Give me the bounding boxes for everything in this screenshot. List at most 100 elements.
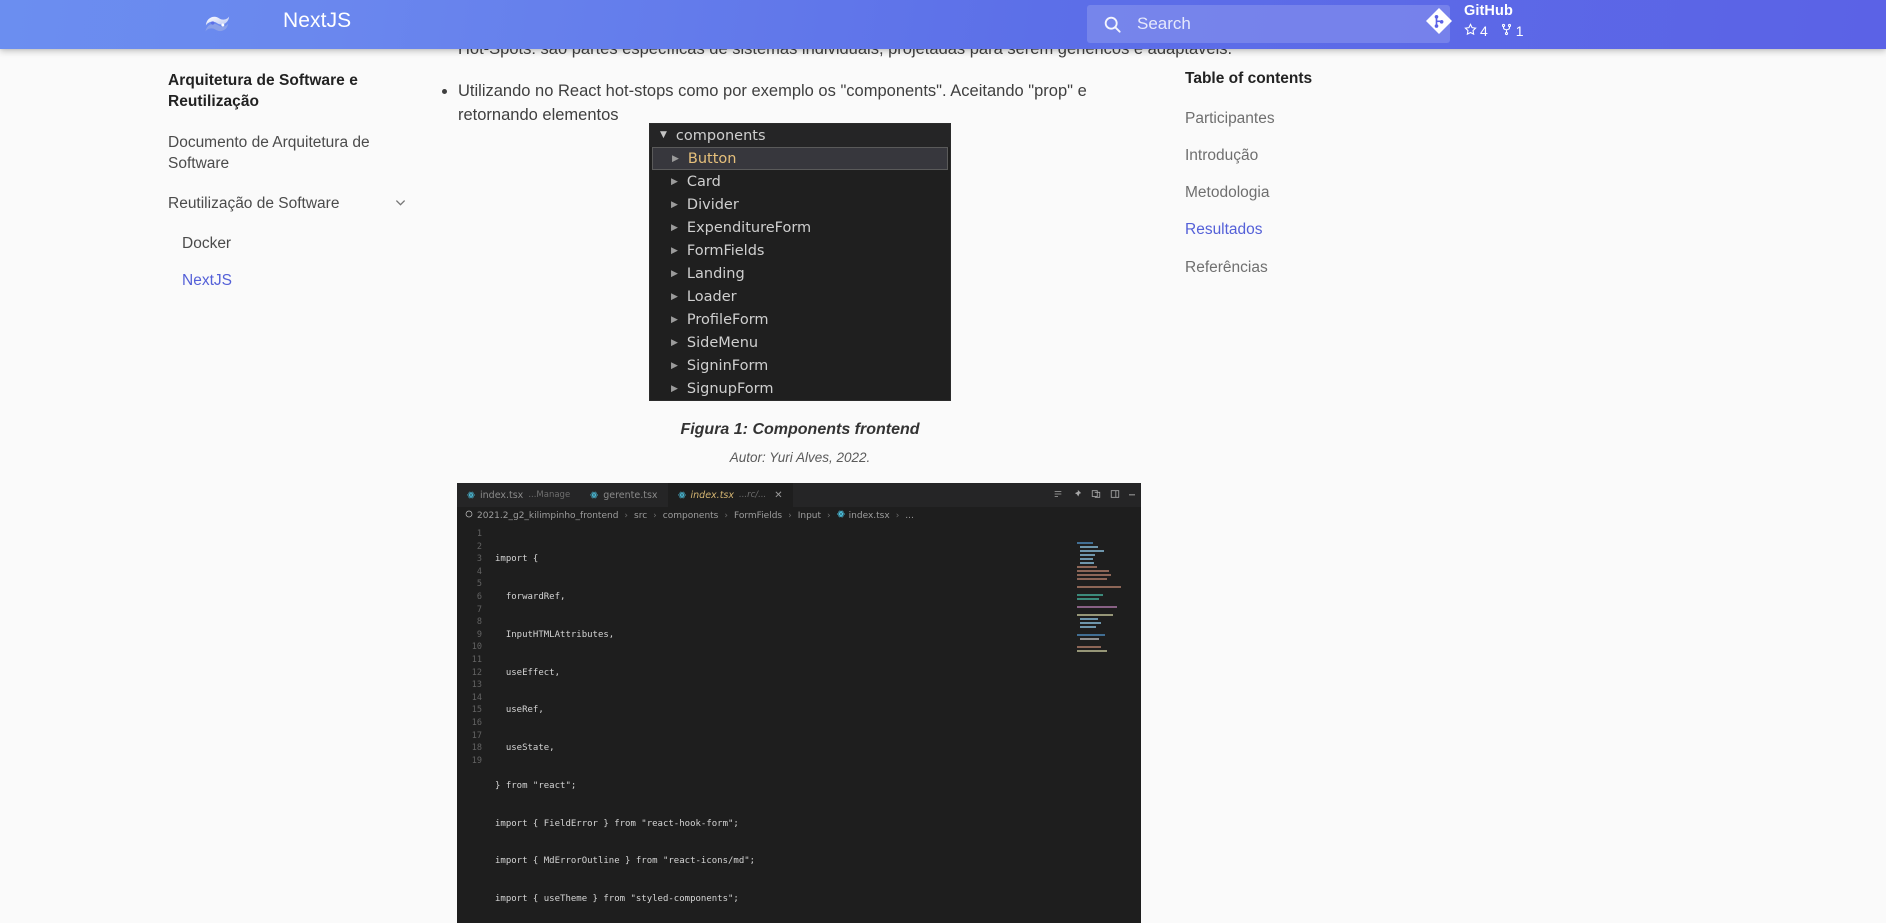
breadcrumb-separator: › xyxy=(788,510,792,521)
tree-item-divider[interactable]: ▶ Divider xyxy=(650,193,950,216)
code-line: import { MdErrorOutline } from "react-ic… xyxy=(495,856,756,867)
triangle-right-icon[interactable]: ▶ xyxy=(671,338,678,348)
tree-item-label: ProfileForm xyxy=(686,311,769,328)
triangle-right-icon[interactable]: ▶ xyxy=(671,384,678,394)
breadcrumb-segment[interactable]: index.tsx xyxy=(849,511,890,521)
react-file-icon xyxy=(837,510,845,521)
line-number: 16 xyxy=(471,717,482,728)
primary-navigation: Arquitetura de Software e Reutilização D… xyxy=(168,70,408,309)
editor-actions: ⋯ xyxy=(1053,483,1135,507)
line-number: 6 xyxy=(476,591,482,602)
repo-link[interactable]: GitHub 4 1 xyxy=(1424,3,1524,39)
split-editor-icon[interactable] xyxy=(1053,489,1063,502)
toc-item-participantes[interactable]: Participantes xyxy=(1185,109,1425,129)
triangle-right-icon[interactable]: ▶ xyxy=(671,361,678,371)
toc-title: Table of contents xyxy=(1185,70,1313,87)
editor-minimap[interactable] xyxy=(1075,540,1129,658)
code-line: InputHTMLAttributes, xyxy=(495,629,615,640)
nav-section-title: Arquitetura de Software e Reutilização xyxy=(168,72,358,111)
triangle-right-icon[interactable]: ▶ xyxy=(671,223,678,233)
editor-tab-index-manage[interactable]: index.tsx ...Manage xyxy=(457,483,580,507)
toc-item-metodologia[interactable]: Metodologia xyxy=(1185,183,1425,203)
toc-item-resultados[interactable]: Resultados xyxy=(1185,220,1425,240)
folder-icon xyxy=(465,510,473,521)
site-title[interactable]: NextJS xyxy=(283,9,351,33)
triangle-right-icon[interactable]: ▶ xyxy=(671,200,678,210)
triangle-right-icon[interactable]: ▶ xyxy=(671,246,678,256)
tree-item-landing[interactable]: ▶ Landing xyxy=(650,262,950,285)
tree-item-expenditureform[interactable]: ▶ ExpenditureForm xyxy=(650,216,950,239)
code-line: import { useTheme } from "styled-compone… xyxy=(495,894,739,905)
line-number: 13 xyxy=(471,680,482,691)
triangle-right-icon[interactable]: ▶ xyxy=(672,154,679,164)
triangle-down-icon[interactable]: ▼ xyxy=(660,130,667,140)
figure-caption: Figura 1: Components frontend xyxy=(680,421,920,438)
line-number: 2 xyxy=(476,541,482,552)
breadcrumb-separator: › xyxy=(724,510,728,521)
breadcrumb-segment[interactable]: src xyxy=(634,511,647,521)
breadcrumb-segment[interactable]: 2021.2_g2_kilimpinho_frontend xyxy=(477,511,618,521)
tree-item-signinform[interactable]: ▶ SigninForm xyxy=(650,354,950,377)
chevron-down-icon[interactable] xyxy=(393,195,408,216)
tree-root-label: components xyxy=(675,127,766,144)
code-line: import { xyxy=(495,554,539,565)
editor-tab-label: gerente.tsx xyxy=(603,489,658,501)
table-of-contents: Table of contents Participantes Introduç… xyxy=(1185,70,1425,295)
breadcrumb-segment[interactable]: components xyxy=(663,511,719,521)
figure-credit: Autor: Yuri Alves, 2022. xyxy=(729,450,871,465)
line-number: 7 xyxy=(476,604,482,615)
site-logo-icon[interactable] xyxy=(202,9,233,40)
breadcrumb-segment[interactable]: FormFields xyxy=(734,511,782,521)
tree-item-loader[interactable]: ▶ Loader xyxy=(650,285,950,308)
sidebar-item-reutilizacao-software[interactable]: Reutilização de Software xyxy=(168,193,408,216)
tree-item-profileform[interactable]: ▶ ProfileForm xyxy=(650,308,950,331)
triangle-right-icon[interactable]: ▶ xyxy=(671,315,678,325)
sidebar-item-nextjs[interactable]: NextJS xyxy=(168,272,408,290)
figure-code-editor: index.tsx ...Manage gerente.tsx index.ts… xyxy=(457,483,1141,923)
tree-item-label: SignupForm xyxy=(686,380,774,397)
toc-item-referencias[interactable]: Referências xyxy=(1185,258,1425,278)
breadcrumb-segment[interactable]: Input xyxy=(798,511,821,521)
editor-tab-label: index.tsx xyxy=(690,489,734,501)
code-line: useEffect, xyxy=(495,667,561,678)
toc-item-introducao[interactable]: Introdução xyxy=(1185,146,1425,166)
sidebar-item-documento-arquitetura[interactable]: Documento de Arquitetura de Software xyxy=(168,132,408,174)
toc-item-label: Participantes xyxy=(1185,110,1275,127)
editor-scrollbar[interactable] xyxy=(1134,524,1141,923)
triangle-right-icon[interactable]: ▶ xyxy=(671,269,678,279)
tree-item-label: SideMenu xyxy=(686,334,759,351)
breadcrumb-separator: › xyxy=(624,510,629,521)
tree-item-signupform[interactable]: ▶ SignupForm xyxy=(650,377,950,400)
line-number: 4 xyxy=(476,566,482,577)
tree-root-row[interactable]: ▼ components xyxy=(650,124,950,147)
more-actions-icon[interactable]: ⋯ xyxy=(1129,490,1135,501)
editor-code[interactable]: import { forwardRef, InputHTMLAttributes… xyxy=(487,524,1141,923)
layout-icon[interactable] xyxy=(1110,489,1120,502)
tree-item-formfields[interactable]: ▶ FormFields xyxy=(650,239,950,262)
close-icon[interactable]: ✕ xyxy=(774,490,782,501)
sidebar-item-docker[interactable]: Docker xyxy=(168,235,408,253)
toc-item-label: Metodologia xyxy=(1185,184,1270,202)
tree-item-label: Divider xyxy=(686,196,739,213)
open-changes-icon[interactable] xyxy=(1091,489,1101,502)
line-number: 15 xyxy=(471,705,482,716)
react-file-icon xyxy=(467,491,475,499)
tree-item-sidemenu[interactable]: ▶ SideMenu xyxy=(650,331,950,354)
code-line: } from "react"; xyxy=(495,780,577,791)
code-line: useRef, xyxy=(495,705,544,716)
editor-tab-gerente[interactable]: gerente.tsx xyxy=(580,483,667,507)
breadcrumb-separator: › xyxy=(653,510,657,521)
git-diamond-icon xyxy=(1424,6,1454,36)
tree-item-button[interactable]: ▶ Button xyxy=(652,147,948,170)
triangle-right-icon[interactable]: ▶ xyxy=(671,292,678,302)
search-input[interactable]: Search xyxy=(1087,5,1450,43)
breadcrumb-separator: › xyxy=(895,510,900,521)
editor-tab-path: ...rc/... xyxy=(739,490,767,500)
tree-item-card[interactable]: ▶ Card xyxy=(650,170,950,193)
triangle-right-icon[interactable]: ▶ xyxy=(671,177,678,187)
list-item: Utilizando no React hot-stops como por e… xyxy=(458,80,1140,128)
editor-body[interactable]: 1 2 3 4 5 6 7 8 9 10 11 12 13 14 15 16 1… xyxy=(457,524,1141,923)
pin-icon[interactable] xyxy=(1072,489,1082,502)
breadcrumb-segment[interactable]: ... xyxy=(905,511,914,521)
editor-tab-index-active[interactable]: index.tsx ...rc/... ✕ xyxy=(667,483,793,507)
